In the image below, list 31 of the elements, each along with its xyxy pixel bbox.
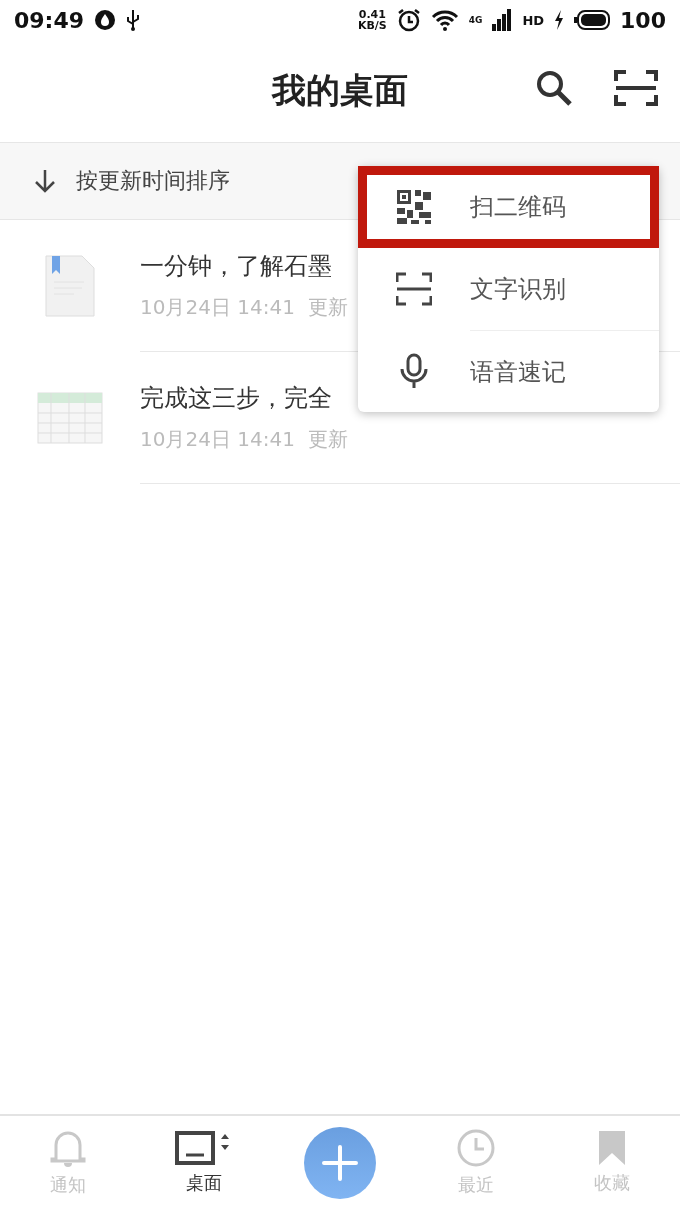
qr-code-icon <box>397 190 431 224</box>
status-time: 09:49 <box>14 7 85 33</box>
scan-icon <box>396 272 432 306</box>
file-updated-time: 10月24日 14:41 更新 <box>140 294 349 321</box>
file-updated-time: 10月24日 14:41 更新 <box>140 426 349 453</box>
signal-icon <box>492 9 513 31</box>
search-icon[interactable] <box>536 70 572 106</box>
battery-icon <box>574 10 611 30</box>
add-icon <box>304 1126 376 1199</box>
menu-item[interactable]: 扫二维码 <box>358 166 659 248</box>
usb-icon <box>126 9 141 31</box>
alarm-clock-icon <box>396 8 421 32</box>
spreadsheet-icon <box>37 392 103 444</box>
bookmark-icon <box>599 1130 625 1165</box>
hd-voice-label: HD <box>522 12 545 28</box>
document-icon <box>44 254 96 318</box>
sort-label[interactable]: 按更新时间排序 <box>76 166 230 196</box>
scan-icon[interactable] <box>614 70 658 106</box>
menu-item[interactable]: 语音速记 <box>358 330 659 412</box>
clock-icon <box>457 1128 495 1167</box>
network-speed: 0.41 KB/S <box>357 9 387 31</box>
wifi-icon <box>430 9 459 31</box>
nav-tab[interactable]: 桌面 <box>136 1130 272 1195</box>
battery-level: 100 <box>620 7 666 33</box>
microphone-icon <box>400 353 428 389</box>
app-notification-icon <box>94 9 117 31</box>
charging-icon <box>554 10 565 30</box>
arrow-down-icon[interactable] <box>34 169 56 193</box>
network-type: 4G <box>468 15 483 25</box>
menu-item[interactable]: 文字识别 <box>358 248 659 330</box>
page-title: 我的桌面 <box>272 69 408 112</box>
